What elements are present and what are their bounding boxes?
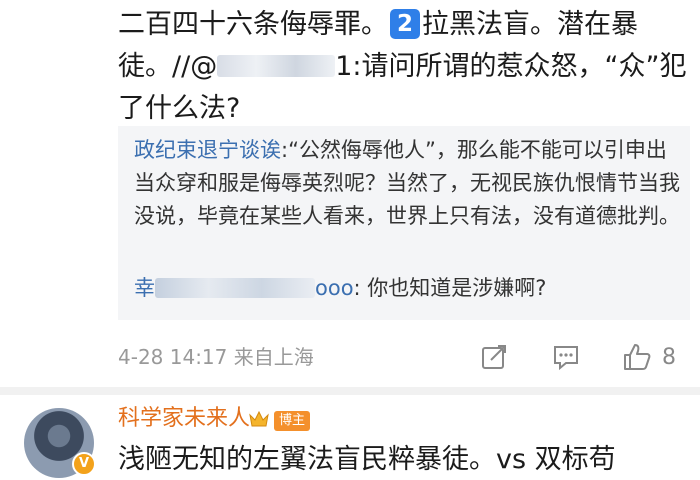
mention-tail: 1 — [335, 51, 353, 82]
quoted-username[interactable]: 政纪束退宁谈诶 — [134, 138, 281, 162]
crown-icon — [249, 410, 269, 427]
reply-username-end[interactable]: ooo — [315, 276, 354, 300]
comment-text: 浅陋无知的左翼法盲民粹暴徒。vs 双标苟 — [118, 444, 616, 475]
post-text-part1: 二百四十六条侮辱罪。 — [118, 9, 388, 40]
redacted-reply-username — [155, 278, 315, 298]
section-divider — [0, 387, 700, 395]
number-badge: 2 — [390, 9, 420, 39]
quoted-comments: 政纪束退宁谈诶:“公然侮辱他人”，那么能不能可以引申出当众穿和服是侮辱英烈呢？当… — [118, 126, 690, 320]
comment-icon — [554, 346, 578, 371]
reply-username-start[interactable]: 幸 — [134, 276, 155, 300]
like-count: 8 — [662, 344, 676, 370]
post-meta: 4-28 14:17 来自上海 — [118, 340, 314, 374]
like-icon — [624, 344, 651, 370]
reply-text: : 你也知道是涉嫌啊? — [353, 276, 547, 300]
post-date: 4-28 14:17 — [118, 345, 228, 369]
quoted-reply: 幸 ooo: 你也知道是涉嫌啊? — [134, 272, 686, 305]
post-text: 二百四十六条侮辱罪。 2 拉黑法盲。潜在暴徒。//@ 1:请问所谓的惹众怒，“众”犯了… — [118, 4, 688, 130]
role-badge: 博主 — [274, 411, 311, 431]
comment-username[interactable]: 科学家未来人 — [118, 404, 250, 434]
verified-icon: V — [72, 452, 96, 476]
quoted-comment: 政纪束退宁谈诶:“公然侮辱他人”，那么能不能可以引申出当众穿和服是侮辱英烈呢？当… — [134, 134, 686, 233]
share-icon — [482, 345, 506, 369]
share-button[interactable] — [480, 340, 508, 374]
post-location: 来自上海 — [233, 345, 314, 369]
comment-button[interactable] — [552, 340, 580, 374]
like-button[interactable]: 8 — [622, 340, 676, 374]
redacted-username — [217, 55, 336, 77]
